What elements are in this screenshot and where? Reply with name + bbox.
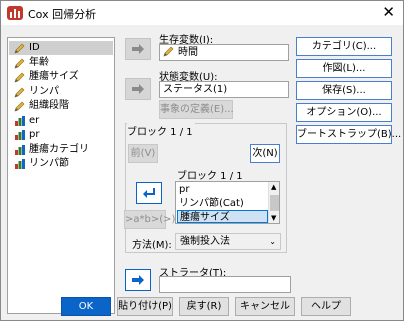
block-title: ブロック 1 / 1: [127, 123, 195, 138]
nominal-bar-icon: [15, 115, 25, 126]
move-to-covariates-button[interactable]: [136, 182, 162, 204]
source-variable-list[interactable]: ID 年齢腫瘍サイズリンパ組織段階 er pr 腫瘍カテゴリ リンパ節: [7, 37, 115, 314]
chevron-down-icon: ⌄: [269, 237, 276, 246]
variable-item[interactable]: ID: [9, 41, 113, 55]
variable-item[interactable]: 腫瘍サイズ: [9, 70, 113, 84]
scale-pencil-icon: [14, 87, 25, 97]
bootstrap-button[interactable]: ブートストラップ(B)...: [296, 125, 401, 144]
variable-label: 腫瘍カテゴリ: [29, 143, 89, 155]
window-title: Cox 回帰分析: [28, 8, 97, 21]
title-bar: Cox 回帰分析 ✕: [1, 1, 403, 25]
variable-label: 組織段階: [29, 100, 69, 111]
variable-label: pr: [29, 129, 40, 140]
right-arrow-icon: [132, 275, 144, 285]
cox-regression-dialog: Cox 回帰分析 ✕ ID 年齢 腫瘍サイズ リンパ 組織段階 er pr 腫瘍カテゴリ リンパ…: [0, 0, 404, 321]
variable-item[interactable]: er: [9, 114, 113, 128]
reset-button[interactable]: 戻す(R): [179, 297, 229, 316]
close-icon[interactable]: ✕: [382, 4, 395, 20]
block-inner-title: ブロック 1 / 1: [177, 171, 243, 182]
method-label: 方法(M):: [132, 240, 172, 251]
scale-pencil-icon: [14, 58, 25, 68]
move-to-status-button[interactable]: [125, 78, 151, 100]
method-select[interactable]: 強制投入法 ⌄: [175, 233, 281, 250]
covariates-scrollbar[interactable]: ▲ ▼: [268, 182, 279, 223]
plots-button[interactable]: 作図(L)...: [296, 59, 392, 78]
variable-label: リンパ: [29, 85, 59, 97]
spss-app-icon: [7, 6, 23, 20]
options-button[interactable]: オプション(O)...: [296, 103, 392, 122]
ok-button[interactable]: OK: [61, 297, 111, 316]
survival-field[interactable]: 時間: [159, 44, 289, 61]
save-button[interactable]: 保存(S)...: [296, 81, 392, 100]
categorical-button[interactable]: カテゴリ(C)...: [296, 37, 392, 56]
status-field[interactable]: ステータス(1): [159, 81, 289, 98]
variable-item[interactable]: 年齢: [9, 56, 113, 70]
survival-value: 時間: [178, 47, 198, 58]
move-to-survival-button[interactable]: [125, 38, 151, 60]
variable-label: 腫瘍サイズ: [29, 71, 79, 82]
strata-field[interactable]: [159, 276, 291, 293]
scroll-down-icon[interactable]: ▼: [271, 214, 276, 222]
variable-label: er: [29, 114, 40, 126]
scale-pencil-icon: [14, 72, 25, 83]
move-to-strata-button[interactable]: [125, 269, 151, 291]
covariate-item[interactable]: pr: [177, 183, 268, 196]
method-value: 強制投入法: [180, 236, 230, 247]
interaction-button[interactable]: >a*b>(>): [124, 210, 175, 229]
cancel-button[interactable]: キャンセル: [235, 297, 295, 316]
status-value: ステータス(1): [163, 84, 228, 95]
scale-pencil-icon: [14, 101, 25, 112]
variable-item[interactable]: 組織段階: [9, 99, 113, 113]
variable-item[interactable]: pr: [9, 128, 113, 142]
next-block-button[interactable]: 次(N): [250, 144, 280, 163]
scale-pencil-icon: [14, 43, 25, 54]
nominal-bar-icon: [15, 130, 25, 140]
variable-label: ID: [29, 42, 40, 53]
variable-label: 年齢: [29, 56, 49, 68]
nominal-bar-icon: [15, 159, 25, 169]
scroll-thumb[interactable]: [270, 195, 279, 211]
scroll-up-icon[interactable]: ▲: [271, 183, 276, 191]
right-arrow-icon: [132, 44, 144, 54]
variable-label: リンパ節: [29, 158, 69, 169]
nominal-bar-icon: [15, 144, 25, 155]
covariate-item[interactable]: 腫瘍サイズ: [177, 210, 268, 223]
variable-item[interactable]: リンパ節: [9, 157, 113, 171]
variable-item[interactable]: リンパ: [9, 85, 113, 99]
covariates-list[interactable]: ▲ ▼ pr リンパ節(Cat) 腫瘍サイズ: [175, 181, 280, 224]
scale-pencil-icon: [163, 46, 174, 57]
return-arrow-icon: [143, 188, 155, 198]
define-event-button[interactable]: 事象の定義(E)...: [159, 100, 234, 119]
help-button[interactable]: ヘルプ: [301, 297, 351, 316]
variable-item[interactable]: 腫瘍カテゴリ: [9, 143, 113, 157]
covariate-item[interactable]: リンパ節(Cat): [177, 197, 268, 210]
paste-button[interactable]: 貼り付け(P): [117, 297, 173, 316]
right-arrow-icon: [132, 84, 144, 94]
previous-block-button[interactable]: 前(V): [128, 144, 158, 163]
